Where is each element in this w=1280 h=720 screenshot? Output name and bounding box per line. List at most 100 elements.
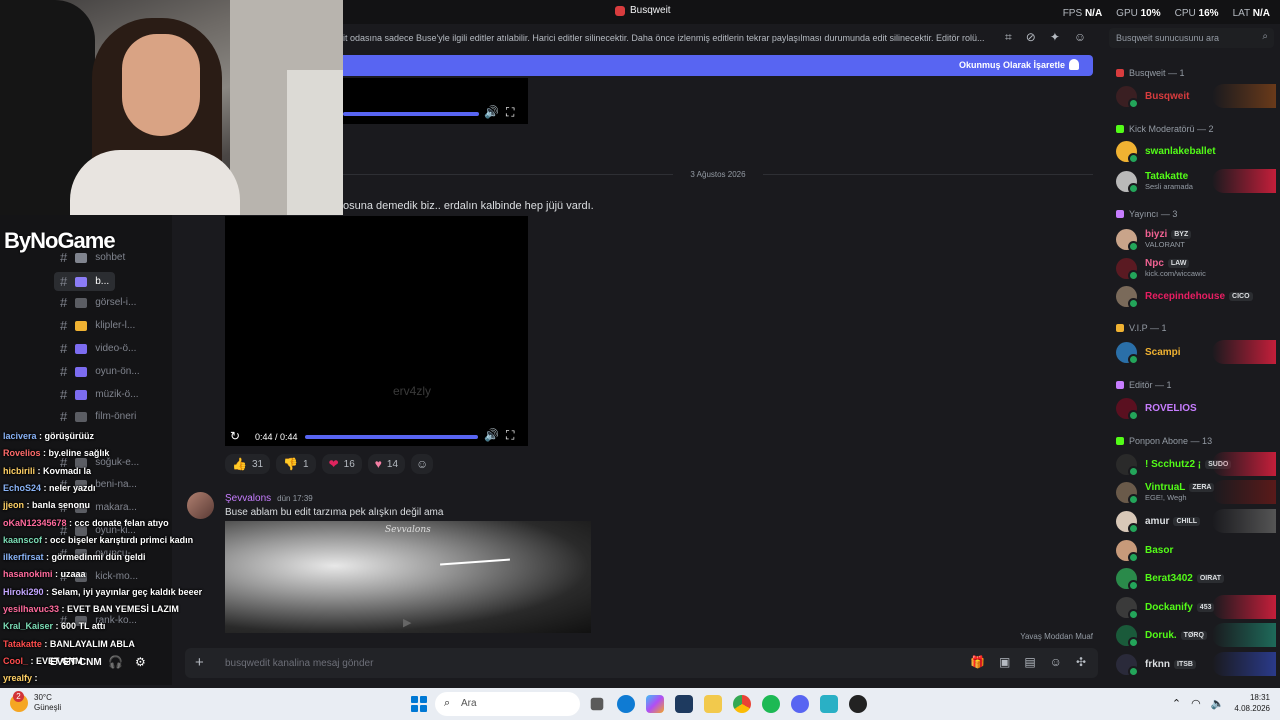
hashtag-icon: #: [60, 318, 68, 333]
chat-separator: :: [53, 621, 62, 632]
member-info: frknn ITSB: [1145, 659, 1196, 670]
member-item[interactable]: ROVELIOS: [1112, 394, 1276, 422]
stream-chat-line: oKaN12345678 : ccc donate felan atıyo: [3, 518, 169, 528]
user-name[interactable]: EVET CNM: [50, 657, 102, 668]
gif-icon[interactable]: ▣: [999, 655, 1010, 669]
member-name: ROVELIOS: [1145, 402, 1197, 414]
member-item[interactable]: Npc LAW kick.com/wiccawic: [1112, 254, 1276, 282]
smiley-icon: ☺: [416, 457, 429, 471]
app-icon[interactable]: [820, 695, 838, 713]
replay-icon[interactable]: ↻: [230, 429, 240, 443]
member-item[interactable]: Basor: [1112, 536, 1276, 564]
pin-icon[interactable]: ✦: [1050, 30, 1060, 45]
channel-label: kick-mo...: [95, 571, 139, 582]
mark-read-button[interactable]: Okunmuş Olarak İşaretle: [959, 60, 1065, 70]
member-item[interactable]: amur CHILL: [1112, 507, 1276, 535]
play-icon[interactable]: ▶: [403, 616, 411, 629]
sticker-icon[interactable]: ▤: [1024, 655, 1035, 669]
volume-icon[interactable]: 🔊: [484, 428, 499, 442]
member-item[interactable]: ! Scchutz2 ¡SUDO: [1112, 450, 1276, 478]
chrome-icon[interactable]: [733, 695, 751, 713]
chat-text: occ bişeler karıştırdı primci kadın: [50, 534, 194, 545]
hashtag-icon: #: [60, 364, 68, 379]
reaction-thumbs-up[interactable]: 👍 31: [225, 454, 271, 474]
member-item[interactable]: VintruaL ZERA EGE!, Wegh: [1112, 478, 1276, 506]
avatar: [1116, 510, 1139, 534]
member-item[interactable]: Berat3402 OIRAT: [1112, 564, 1276, 592]
member-item[interactable]: Recepindehouse CICO: [1112, 282, 1276, 310]
channel-emoji-icon: [75, 276, 88, 287]
reaction-pink-heart[interactable]: ♥ 14: [367, 454, 406, 474]
task-view-icon[interactable]: [590, 697, 604, 711]
settings-gear-icon[interactable]: ⚙: [135, 655, 146, 669]
video-progress-bar[interactable]: [343, 112, 479, 116]
stat-fps: FPS N/A: [1062, 8, 1103, 19]
reaction-thumbs-down[interactable]: 👎 1: [276, 454, 316, 474]
fullscreen-icon[interactable]: ⛶: [506, 105, 514, 120]
wifi-icon[interactable]: ◠: [1191, 697, 1201, 710]
attach-plus-icon[interactable]: +: [195, 654, 204, 671]
member-item[interactable]: swanlakeballet: [1112, 137, 1276, 165]
add-reaction-button[interactable]: ☺: [411, 454, 434, 474]
mute-icon[interactable]: ⊘: [1026, 30, 1036, 45]
chat-separator: :: [43, 552, 52, 563]
member-item[interactable]: biyzi BYZ VALORANT: [1112, 225, 1276, 253]
group-label: V.I.P — 1: [1129, 323, 1167, 333]
unread-banner[interactable]: Okunmuş Olarak İşaretle: [343, 55, 1093, 76]
video-player-2[interactable]: erv4zly ↻ 0:44 / 0:44 🔊 ⛶: [225, 216, 528, 446]
chat-separator: :: [42, 534, 51, 545]
explorer-icon[interactable]: [704, 695, 722, 713]
role-icon: [1116, 210, 1124, 218]
taskbar-search[interactable]: ⌕ Ara: [435, 692, 580, 716]
members-icon[interactable]: ☺: [1074, 30, 1086, 45]
channel-item[interactable]: # görsel-i...: [60, 295, 136, 310]
member-item[interactable]: Scampi: [1112, 338, 1276, 366]
channel-emoji-icon: [75, 343, 88, 354]
weather-widget[interactable]: 2 30°C Güneşli: [10, 691, 61, 713]
video-progress-bar[interactable]: [305, 435, 478, 439]
channel-item[interactable]: # sohbet: [60, 250, 125, 265]
gift-icon[interactable]: 🎁: [970, 655, 985, 669]
channel-topic[interactable]: it odasına sadece Buse'yle ilgili editle…: [343, 26, 1103, 50]
reaction-heart[interactable]: ❤ 16: [321, 454, 362, 474]
fullscreen-icon[interactable]: ⛶: [506, 428, 514, 443]
channel-item[interactable]: # b...: [54, 272, 116, 291]
member-item[interactable]: Doruk. TØRQ: [1112, 621, 1276, 649]
member-name: Npc: [1145, 258, 1164, 269]
member-item[interactable]: frknn ITSB: [1112, 650, 1276, 678]
copilot-icon[interactable]: [646, 695, 664, 713]
video-player-1[interactable]: 🔊 ⛶: [343, 78, 528, 124]
chat-text: banla senonu: [32, 500, 91, 511]
channel-item[interactable]: # oyun-ön...: [60, 364, 140, 379]
store-icon[interactable]: [675, 695, 693, 713]
server-search-input[interactable]: Busqweit sunucusunu ara ⌕: [1109, 28, 1274, 48]
obs-icon[interactable]: [849, 695, 867, 713]
emoji-icon[interactable]: ☺: [1050, 655, 1062, 669]
user-panel: EVET CNM 🎧 ⚙: [0, 648, 172, 686]
channel-item[interactable]: # klipler-l...: [60, 318, 135, 333]
composer-input[interactable]: busqwedit kanalina mesaj gönder: [225, 658, 373, 669]
speaker-icon[interactable]: 🔈: [1211, 697, 1225, 710]
message-attachment-image[interactable]: Sevvalons ▶: [225, 521, 591, 633]
apps-icon[interactable]: ✣: [1076, 655, 1086, 669]
member-item[interactable]: Busqweit: [1112, 82, 1276, 110]
threads-icon[interactable]: ⌗: [1005, 30, 1012, 45]
headset-icon[interactable]: 🎧: [108, 655, 123, 669]
avatar[interactable]: [187, 492, 214, 519]
channel-item[interactable]: # video-ö...: [60, 341, 136, 356]
channel-emoji-icon: [75, 297, 88, 308]
channel-item[interactable]: # film-öneri: [60, 409, 136, 424]
edge-icon[interactable]: [617, 695, 635, 713]
discord-icon[interactable]: [791, 695, 809, 713]
member-item[interactable]: Tatakatte Sesli aramada: [1112, 167, 1276, 195]
member-item[interactable]: Dockanify 453: [1112, 593, 1276, 621]
author-name[interactable]: Şevvalons: [225, 493, 271, 504]
volume-icon[interactable]: 🔊: [484, 105, 499, 119]
message-composer[interactable]: + busqwedit kanalina mesaj gönder 🎁 ▣ ▤ …: [185, 648, 1098, 678]
channel-item[interactable]: # müzik-ö...: [60, 387, 139, 402]
chevron-up-icon[interactable]: ⌃: [1172, 697, 1181, 710]
start-button[interactable]: [411, 696, 427, 712]
chat-separator: :: [41, 482, 50, 493]
spotify-icon[interactable]: [762, 695, 780, 713]
clock[interactable]: 18:31 4.08.2026: [1234, 692, 1270, 714]
